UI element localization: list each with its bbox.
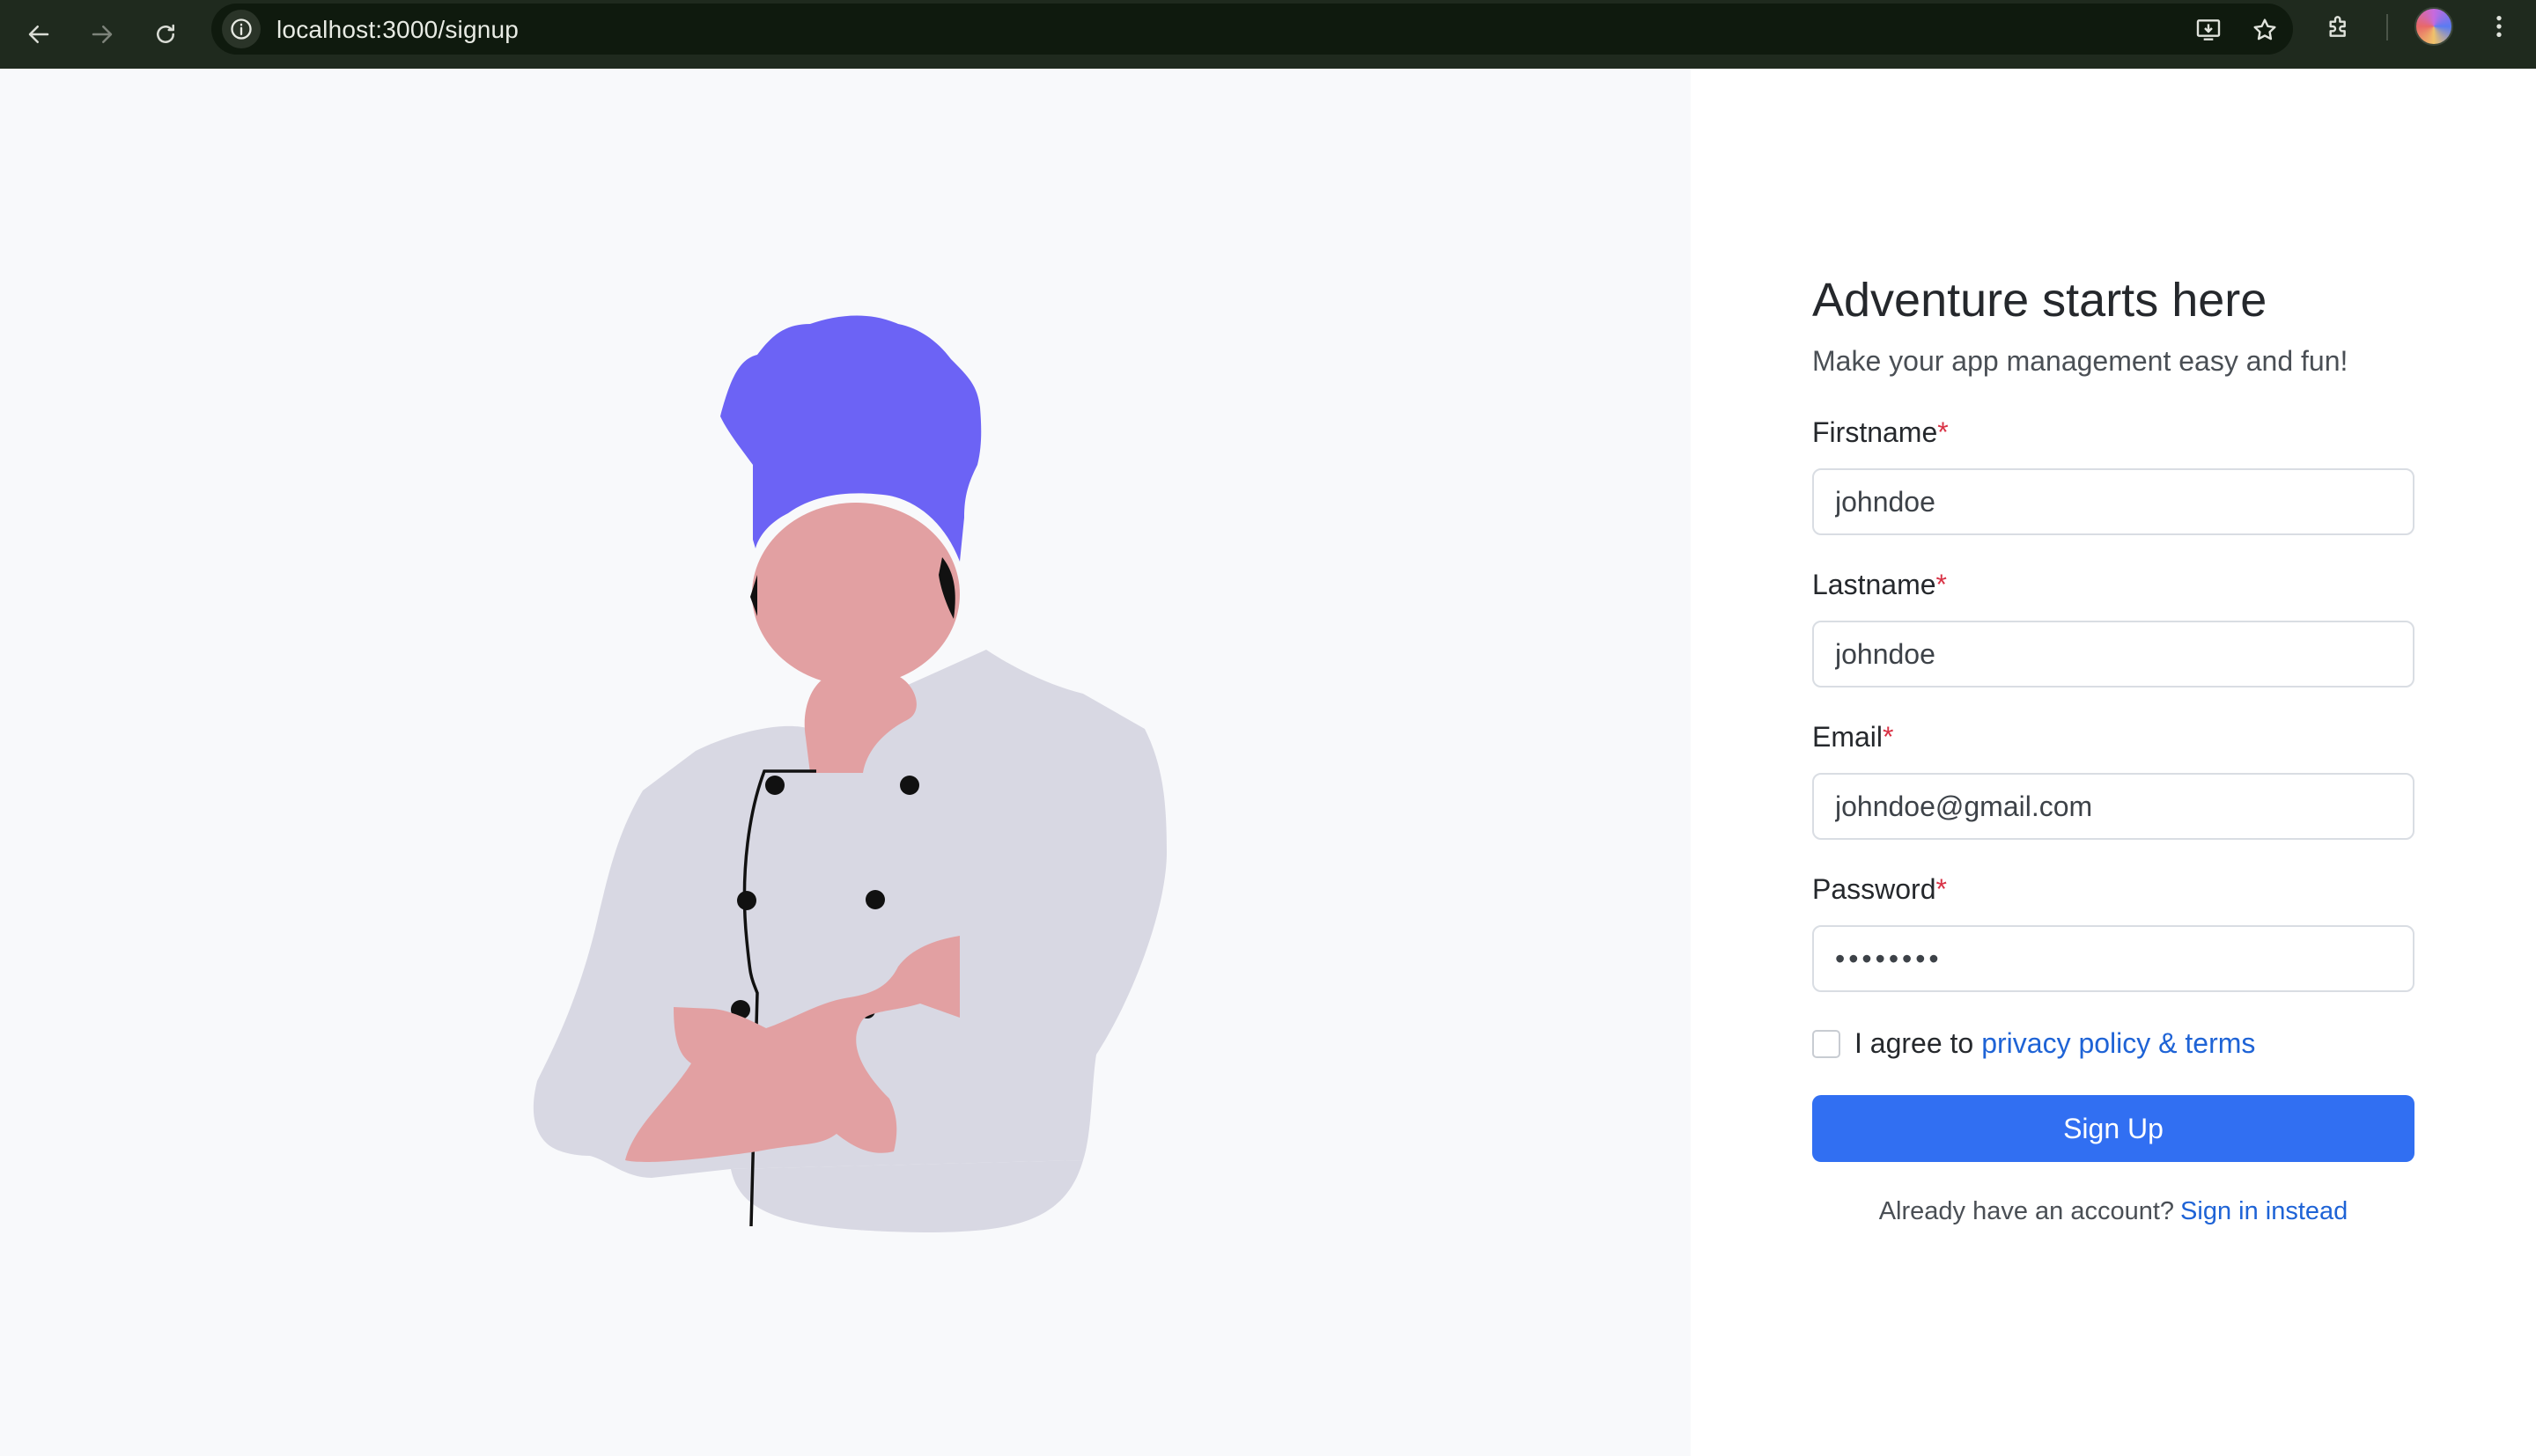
more-menu-icon[interactable] bbox=[2481, 9, 2517, 44]
firstname-input[interactable] bbox=[1812, 468, 2414, 536]
toolbar-divider bbox=[2386, 14, 2388, 40]
profile-avatar[interactable] bbox=[2414, 7, 2453, 46]
agree-terms-checkbox[interactable] bbox=[1812, 1029, 1840, 1058]
address-bar[interactable]: localhost:3000/signup bbox=[211, 4, 2293, 55]
privacy-policy-link[interactable]: privacy policy & terms bbox=[1981, 1027, 2255, 1060]
browser-toolbar: localhost:3000/signup bbox=[0, 0, 2536, 69]
signin-prompt-row: Already have an account? Sign in instead bbox=[1812, 1197, 2414, 1226]
email-input[interactable] bbox=[1812, 773, 2414, 841]
lastname-input[interactable] bbox=[1812, 621, 2414, 688]
email-field-group: Email* bbox=[1812, 721, 2414, 841]
install-app-icon[interactable] bbox=[2191, 12, 2226, 48]
required-mark: * bbox=[1935, 873, 1947, 906]
reload-icon[interactable] bbox=[143, 11, 188, 57]
bookmark-star-icon[interactable] bbox=[2247, 12, 2282, 48]
illustration-panel bbox=[0, 69, 1691, 1456]
sign-up-button[interactable]: Sign Up bbox=[1812, 1095, 2414, 1163]
site-info-icon[interactable] bbox=[222, 10, 261, 48]
chef-face bbox=[752, 503, 960, 686]
agree-terms-text: I agree to bbox=[1854, 1027, 1974, 1060]
password-label: Password* bbox=[1812, 873, 1947, 906]
sign-in-link[interactable]: Sign in instead bbox=[2180, 1197, 2348, 1225]
required-mark: * bbox=[1935, 569, 1947, 601]
page-title: Adventure starts here bbox=[1812, 274, 2267, 327]
chef-illustration bbox=[533, 315, 1167, 1232]
password-field-group: Password* bbox=[1812, 873, 2414, 993]
signup-form-panel: Adventure starts here Make your app mana… bbox=[1691, 69, 2536, 1456]
url-text[interactable]: localhost:3000/signup bbox=[276, 16, 519, 44]
signup-form: Adventure starts here Make your app mana… bbox=[1812, 273, 2414, 1226]
required-mark: * bbox=[1937, 416, 1949, 449]
email-label: Email* bbox=[1812, 721, 1894, 754]
firstname-field-group: Firstname* bbox=[1812, 416, 2414, 536]
agree-terms-row: I agree to privacy policy & terms bbox=[1812, 1027, 2414, 1060]
lastname-label: Lastname* bbox=[1812, 569, 1947, 601]
back-arrow-icon[interactable] bbox=[16, 11, 62, 57]
forward-arrow-icon[interactable] bbox=[79, 11, 125, 57]
firstname-label: Firstname* bbox=[1812, 416, 1949, 449]
extensions-icon[interactable] bbox=[2321, 9, 2356, 44]
password-input[interactable] bbox=[1812, 925, 2414, 993]
lastname-field-group: Lastname* bbox=[1812, 569, 2414, 688]
signin-prompt-text: Already have an account? bbox=[1878, 1197, 2175, 1226]
signup-page: Adventure starts here Make your app mana… bbox=[0, 69, 2536, 1456]
required-mark: * bbox=[1883, 721, 1894, 754]
page-subtitle: Make your app management easy and fun! bbox=[1812, 345, 2348, 378]
